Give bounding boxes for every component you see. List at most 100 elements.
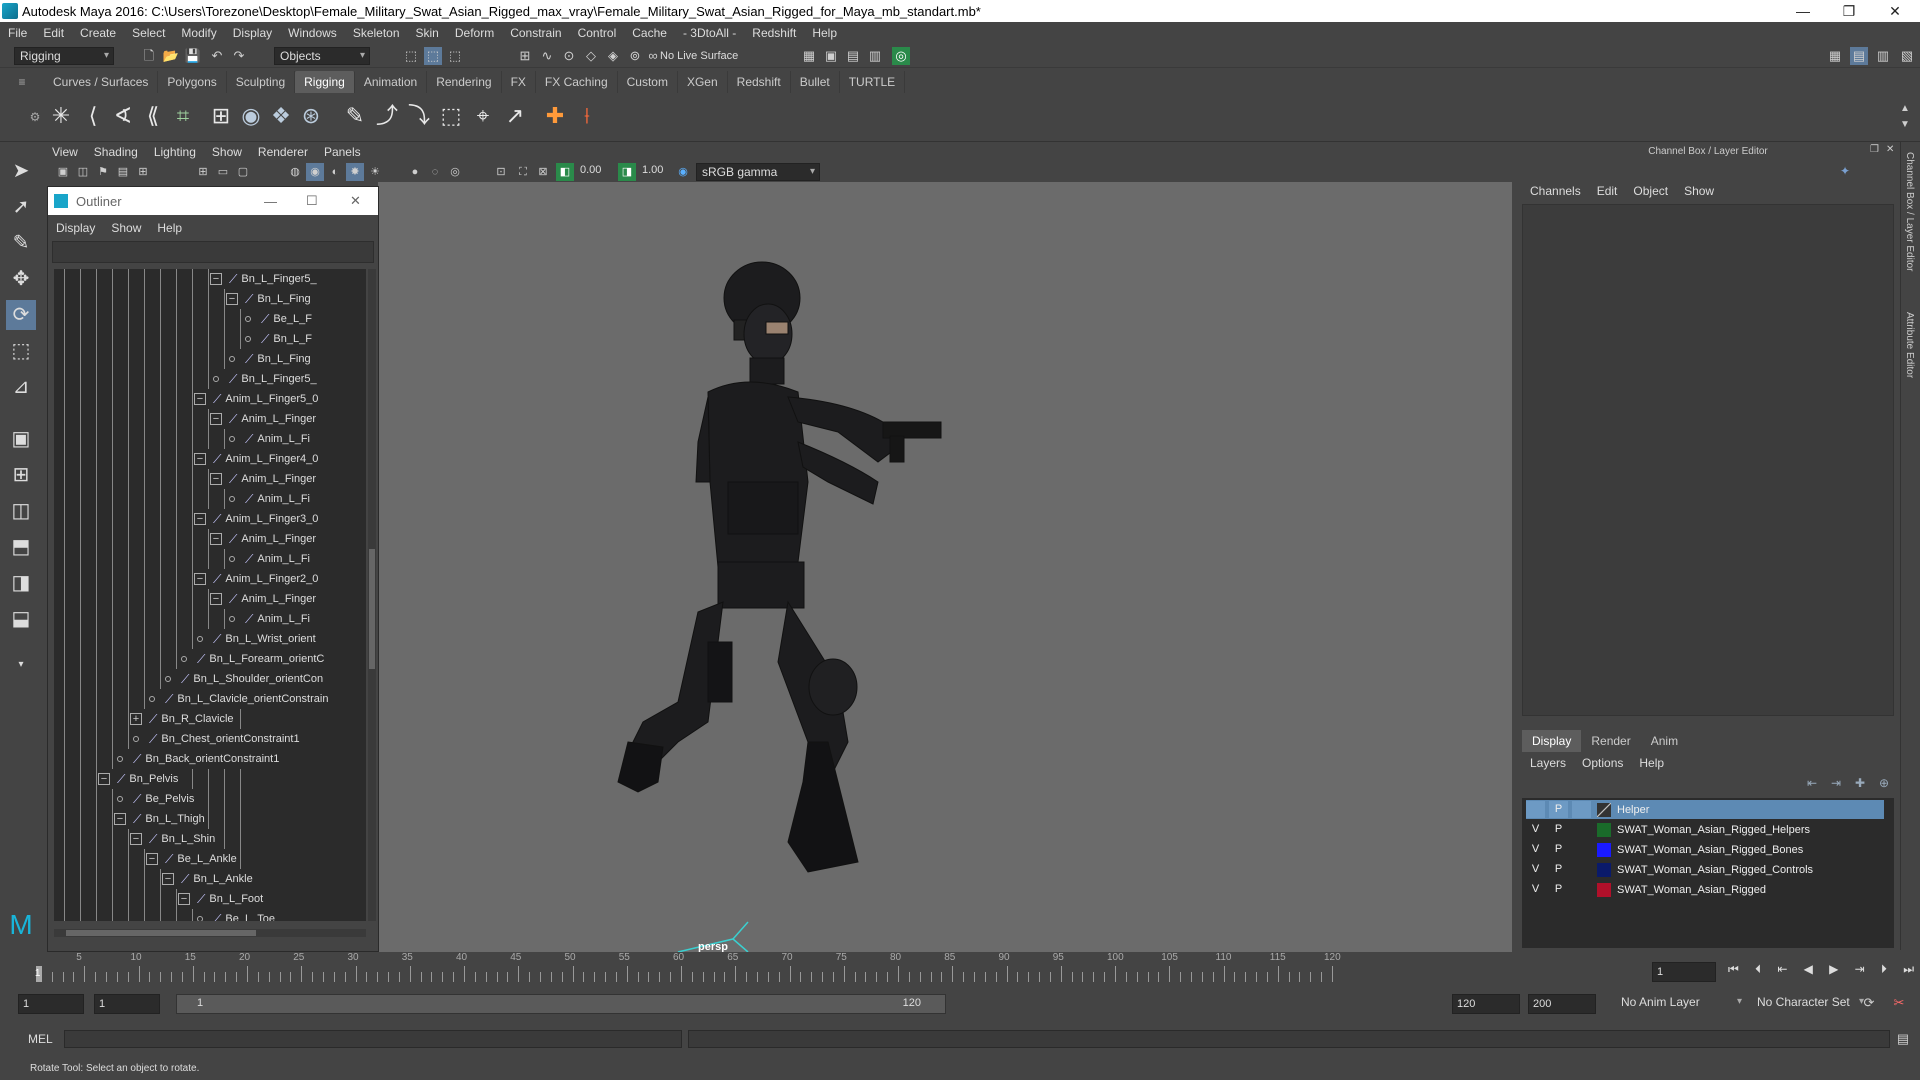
outliner-item[interactable]: ⟋ Anim_L_Fi (226, 609, 310, 629)
layer-menu-layers[interactable]: Layers (1522, 756, 1574, 770)
select-hierarchy-icon[interactable]: ⬚ (402, 47, 420, 65)
character-model[interactable]: persp (378, 182, 1512, 952)
menu-control[interactable]: Control (570, 26, 625, 40)
menu-3dtoall[interactable]: - 3DtoAll - (675, 26, 744, 40)
shadows-icon[interactable]: ☀ (366, 163, 384, 181)
mirror-joint-icon[interactable]: ⤴ (372, 100, 402, 132)
layer-tab-render[interactable]: Render (1581, 730, 1640, 752)
menu-modify[interactable]: Modify (173, 26, 224, 40)
selection-mode-dropdown[interactable]: Objects (274, 47, 370, 65)
outliner-item[interactable]: ⟋ Bn_L_F (242, 329, 312, 349)
outliner-item[interactable]: ⟋ Be_L_Toe (194, 909, 275, 921)
color-space-dropdown[interactable]: sRGB gamma (696, 163, 820, 181)
collapse-icon[interactable]: − (130, 833, 142, 845)
menu-create[interactable]: Create (72, 26, 124, 40)
four-view-icon[interactable]: ⊞ (6, 460, 36, 490)
bind-skin-icon[interactable]: ⌗ (168, 100, 198, 132)
image-plane-icon[interactable]: ▤ (114, 163, 132, 181)
render-view-icon[interactable]: ▥ (866, 47, 884, 65)
outliner-item[interactable]: − ⟋ Anim_L_Finger3_0 (194, 509, 319, 529)
perspective-viewport[interactable]: persp (378, 182, 1512, 952)
outliner-close-icon[interactable]: ✕ (350, 193, 361, 209)
exposure-icon[interactable]: ◧ (556, 163, 574, 181)
outliner-item[interactable]: − ⟋ Anim_L_Finger (210, 589, 316, 609)
cluster-icon[interactable]: ◉ (236, 100, 266, 132)
playback-end-field[interactable]: 120 (1452, 994, 1520, 1014)
outliner-scrollbar[interactable] (368, 269, 376, 921)
outliner-item[interactable]: ⟋ Bn_L_Clavicle_orientConstrain (146, 689, 329, 709)
blendshape-icon[interactable]: ⊛ (296, 100, 326, 132)
next-key-icon[interactable]: ⇥ (1855, 962, 1865, 977)
anim-prefs-icon[interactable]: ✂ (1890, 994, 1908, 1012)
outliner-item[interactable]: − ⟋ Anim_L_Finger (210, 409, 316, 429)
cb-menu-channels[interactable]: Channels (1522, 184, 1589, 202)
layer-visibility-toggle[interactable]: V (1526, 821, 1545, 838)
outliner-menu-show[interactable]: Show (103, 221, 149, 235)
antialias-icon[interactable]: ◎ (446, 163, 464, 181)
layer-row[interactable]: V P SWAT_Woman_Asian_Rigged_Helpers (1526, 820, 1884, 839)
menu-select[interactable]: Select (124, 26, 173, 40)
side-tab-channelbox[interactable]: Channel Box / Layer Editor (1904, 152, 1915, 272)
outliner-item[interactable]: ⟋ Bn_L_Forearm_orientC (178, 649, 325, 669)
paint-select-tool-icon[interactable]: ✎ (6, 228, 36, 258)
shelf-tab-turtle[interactable]: TURTLE (840, 71, 906, 93)
wireframe-icon[interactable]: ⊞ (194, 163, 212, 181)
layer-tab-anim[interactable]: Anim (1641, 730, 1688, 752)
layer-playback-toggle[interactable]: P (1549, 861, 1568, 878)
collapse-icon[interactable]: − (210, 413, 222, 425)
resolution-gate-icon[interactable]: ▢ (234, 163, 252, 181)
shelf-tab-polygons[interactable]: Polygons (158, 71, 227, 93)
shelf-tab-animation[interactable]: Animation (355, 71, 428, 93)
grid-toggle-icon[interactable]: ⊞ (134, 163, 152, 181)
menu-windows[interactable]: Windows (280, 26, 345, 40)
menu-constrain[interactable]: Constrain (502, 26, 569, 40)
frame-selected-icon[interactable]: ⊠ (534, 163, 552, 181)
menu-help[interactable]: Help (804, 26, 845, 40)
anim-layer-dropdown[interactable]: No Anim Layer (1616, 994, 1746, 1012)
play-forward-icon[interactable]: ▶ (1829, 962, 1838, 977)
outliner-item[interactable]: + ⟋ Bn_R_Clavicle (130, 709, 234, 729)
outliner-item[interactable]: − ⟋ Anim_L_Finger (210, 469, 316, 489)
locator-icon[interactable]: ✚ (540, 100, 570, 132)
outliner-item[interactable]: ⟋ Be_Pelvis (114, 789, 195, 809)
playback-start-field[interactable]: 1 (94, 994, 160, 1014)
snap-curve-icon[interactable]: ∿ (538, 47, 556, 65)
layer-playback-toggle[interactable]: P (1549, 821, 1568, 838)
outliner-item[interactable]: − ⟋ Anim_L_Finger5_0 (194, 389, 319, 409)
collapse-icon[interactable]: − (194, 393, 206, 405)
viewport-menu-view[interactable]: View (44, 145, 86, 159)
viewport-menu-lighting[interactable]: Lighting (146, 145, 204, 159)
cb-menu-show[interactable]: Show (1676, 184, 1722, 202)
camera-select-icon[interactable]: ▣ (54, 163, 72, 181)
outliner-menu-display[interactable]: Display (48, 221, 103, 235)
menu-skin[interactable]: Skin (408, 26, 447, 40)
layer-menu-help[interactable]: Help (1631, 756, 1672, 770)
layer-visibility-toggle[interactable]: V (1526, 841, 1545, 858)
outliner-item[interactable]: − ⟋ Bn_L_Thigh (114, 809, 205, 829)
move-layer-up-icon[interactable]: ⇤ (1807, 776, 1817, 794)
layer-color-swatch[interactable] (1597, 802, 1611, 817)
render-frame-icon[interactable]: ▣ (822, 47, 840, 65)
lights-icon[interactable]: ✸ (346, 163, 364, 181)
new-layer-selected-icon[interactable]: ⊕ (1879, 776, 1889, 794)
layout-more-icon[interactable]: ▾ (6, 650, 36, 680)
new-empty-layer-icon[interactable]: ✚ (1855, 776, 1865, 794)
outliner-item[interactable]: − ⟋ Bn_L_Foot (178, 889, 264, 909)
layer-display-type[interactable] (1572, 821, 1591, 838)
time-ruler[interactable]: 5 10 15 20 25 30 35 40 45 50 55 60 65 70 75 80 85 90 95 100… (28, 952, 1640, 982)
layer-row[interactable]: P Helper (1526, 800, 1884, 819)
wrap-deformer-icon[interactable]: ❖ (266, 100, 296, 132)
outliner-minimize-icon[interactable]: — (264, 194, 277, 209)
script-language-label[interactable]: MEL (28, 1032, 53, 1046)
outliner-item[interactable]: − ⟋ Anim_L_Finger2_0 (194, 569, 319, 589)
menu-redshift[interactable]: Redshift (744, 26, 804, 40)
hypershade-layout-icon[interactable]: ◨ (6, 568, 36, 598)
snap-view-icon[interactable]: ⊚ (626, 47, 644, 65)
collapse-icon[interactable]: − (210, 273, 222, 285)
select-tool-icon[interactable]: ➤ (6, 156, 36, 186)
smooth-shade-icon[interactable]: ◉ (306, 163, 324, 181)
layer-playback-toggle[interactable]: P (1549, 841, 1568, 858)
textured-icon[interactable]: ◐ (326, 163, 344, 181)
layer-color-swatch[interactable] (1597, 862, 1611, 877)
viewport-menu-show[interactable]: Show (204, 145, 250, 159)
